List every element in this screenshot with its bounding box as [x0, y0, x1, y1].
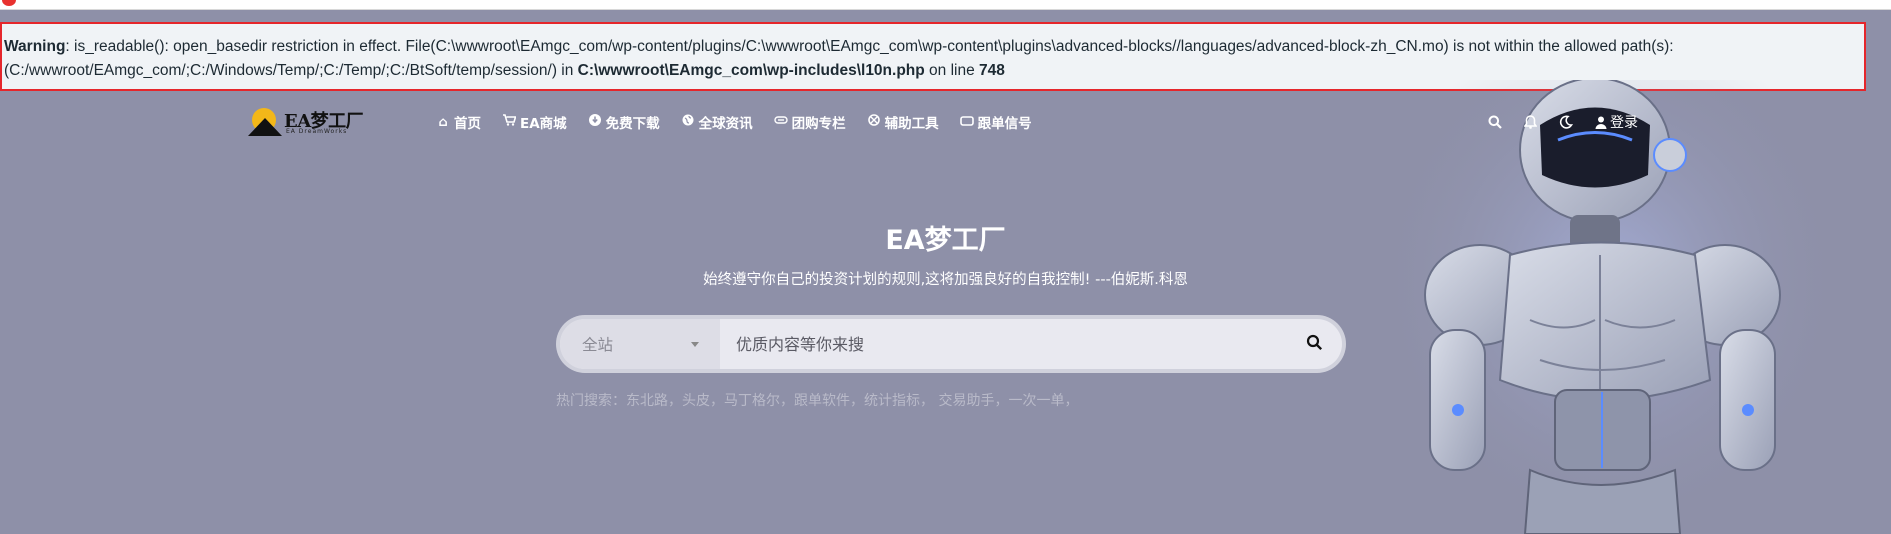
warning-label: Warning	[4, 38, 66, 55]
home-icon: ⌂	[438, 114, 448, 130]
nav-item-global-news[interactable]: 全球资讯	[681, 112, 753, 132]
login-label: 登录	[1610, 115, 1638, 131]
hero-search-box: 全站	[556, 315, 1346, 373]
hot-searches: 热门搜索：东北路，头皮，马丁格尔，跟单软件，统计指标， 交易助手，一次一单，	[556, 390, 1078, 410]
dark-mode-moon-icon[interactable]	[1559, 115, 1573, 129]
hero-title: EA梦工厂	[885, 225, 1006, 256]
hot-search-link[interactable]: 一次一单，	[1008, 393, 1078, 409]
nav-item-group-buy[interactable]: 团购专栏	[773, 112, 846, 132]
site-header: EA梦工厂 EA DreamWorks ⌂ 首页 EA商城 免费下载 全球资讯	[0, 94, 1891, 150]
hero-subtitle: 始终遵守你自己的投资计划的规则,这将加强良好的自我控制! ---伯妮斯.科恩	[703, 272, 1188, 288]
logo-subtext: EA DreamWorks	[286, 128, 348, 135]
user-icon	[1595, 116, 1607, 129]
hot-search-link[interactable]: 头皮，	[682, 393, 724, 409]
main-nav: ⌂ 首页 EA商城 免费下载 全球资讯 团购专栏 辅助工具 跟单信号	[436, 112, 1053, 132]
hot-searches-label: 热门搜索：	[556, 393, 626, 409]
site-logo[interactable]: EA梦工厂 EA DreamWorks	[248, 106, 370, 138]
hot-search-link[interactable]: 东北路，	[626, 393, 682, 409]
search-icon[interactable]	[1488, 115, 1502, 129]
nav-item-free-download[interactable]: 免费下载	[588, 112, 660, 132]
login-button[interactable]: 登录	[1595, 112, 1638, 132]
cart-icon	[502, 114, 517, 130]
nav-item-label: 团购专栏	[791, 116, 846, 132]
browser-top-strip	[0, 0, 1891, 10]
nav-item-label: 首页	[454, 116, 481, 132]
tools-icon	[867, 114, 881, 130]
nav-item-label: 辅助工具	[884, 116, 939, 132]
warning-line-number: 748	[979, 62, 1005, 79]
globe-icon	[681, 114, 695, 130]
hot-search-link[interactable]: 马丁格尔，	[724, 393, 794, 409]
search-input[interactable]	[736, 319, 1296, 369]
hot-search-link[interactable]: 统计指标，	[864, 393, 934, 409]
search-icon	[1306, 334, 1323, 351]
nav-item-home[interactable]: ⌂ 首页	[436, 112, 481, 133]
nav-item-shop[interactable]: EA商城	[502, 112, 567, 132]
warning-on-line: on line	[924, 62, 980, 79]
error-dot-icon	[2, 0, 16, 6]
nav-item-label: 免费下载	[605, 116, 660, 132]
nav-item-label: 全球资讯	[698, 116, 753, 132]
search-scope-value: 全站	[582, 336, 614, 354]
signal-icon	[959, 115, 974, 130]
logo-mountain-icon	[248, 118, 282, 136]
nav-item-label: 跟单信号	[977, 116, 1032, 132]
chevron-down-icon	[691, 342, 699, 347]
warning-file: C:\wwwroot\EAmgc_com\wp-includes\l10n.ph…	[577, 62, 925, 79]
header-tools: 登录	[1488, 112, 1660, 132]
nav-item-tools[interactable]: 辅助工具	[867, 112, 939, 132]
hot-search-link[interactable]: 跟单软件，	[794, 393, 864, 409]
nav-item-label: EA商城	[520, 116, 567, 132]
search-scope-select[interactable]: 全站	[560, 319, 720, 369]
nav-item-copy-signal[interactable]: 跟单信号	[959, 112, 1032, 132]
bell-icon[interactable]	[1524, 115, 1537, 129]
download-icon	[588, 114, 602, 130]
hot-search-link[interactable]: 交易助手，	[934, 393, 1008, 409]
search-submit-button[interactable]	[1306, 334, 1326, 354]
group-icon	[773, 114, 788, 130]
